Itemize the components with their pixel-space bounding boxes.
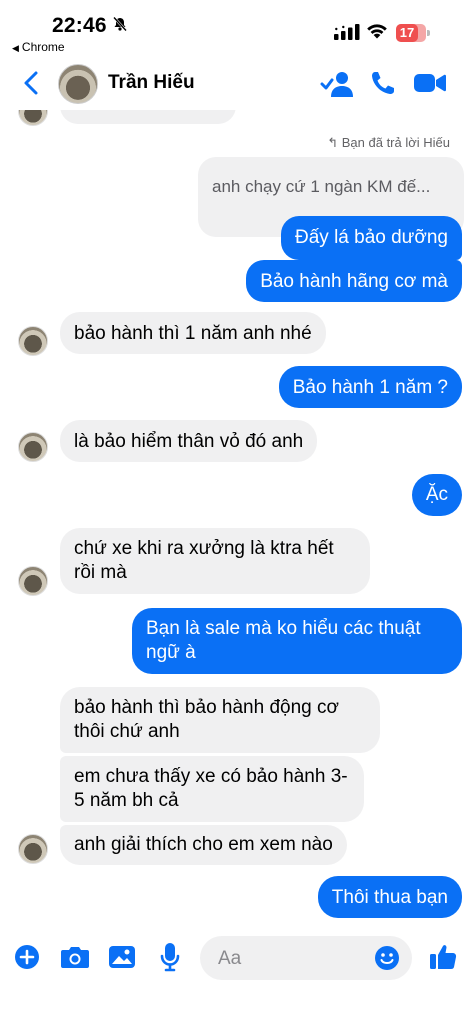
message-bubble-incoming[interactable]: là bảo hiểm thân vỏ đó anh [60,420,318,462]
message-bubble-incoming[interactable]: anh giải thích cho em xem nào [60,825,347,865]
like-icon[interactable] [428,942,458,977]
contact-avatar-small [18,326,48,356]
plus-icon[interactable] [14,944,40,975]
emoji-icon[interactable] [374,945,400,976]
reply-note-text: Bạn đã trả lời Hiếu [341,135,450,150]
mic-icon[interactable] [160,942,180,977]
back-to-app-link[interactable]: ◀ Chrome [12,40,65,54]
message-composer: Aa [0,930,472,990]
message-input-placeholder: Aa [218,948,242,969]
message-bubble-outgoing[interactable]: Ặc [411,474,462,516]
phone-icon[interactable] [370,70,396,101]
contact-avatar-small [18,566,48,596]
message-bubble-outgoing[interactable]: Thôi thua bạn [317,876,462,918]
bell-slash-icon [112,16,128,37]
contact-avatar-small [18,834,48,864]
message-bubble-outgoing[interactable]: Bạn là sale mà ko hiểu các thuật ngữ à [132,608,462,674]
message-bubble-incoming[interactable]: chứ xe khi ra xưởng là ktra hết rồi mà [60,528,370,594]
contact-avatar[interactable] [58,64,98,104]
message-bubble-outgoing[interactable]: Đấy lá bảo dưỡng [281,216,462,260]
chat-header: Trần Hiếu [0,58,472,110]
message-bubble-outgoing[interactable]: Bảo hành 1 năm ? [278,366,462,408]
signal-icon [334,24,360,45]
back-icon[interactable] [22,70,40,101]
contact-avatar-small [18,432,48,462]
video-call-icon[interactable] [414,72,446,99]
status-time: 22:46 [52,14,107,37]
camera-icon[interactable] [60,945,90,974]
add-person-icon[interactable] [320,70,354,103]
status-bar: 22:46 ◀ Chrome 17 [0,0,472,56]
message-input[interactable]: Aa [200,936,412,980]
message-bubble-incoming[interactable]: em chưa thấy xe có bảo hành 3-5 năm bh c… [60,756,364,822]
message-bubble-incoming[interactable]: bảo hành thì 1 năm anh nhé [60,312,326,354]
wifi-icon [366,22,388,45]
gallery-icon[interactable] [108,944,136,975]
replied-message-text: anh chạy cứ 1 ngàn KM đế... [212,177,431,196]
battery-level: 17 [396,24,418,42]
reply-arrow-icon: ↰ [327,135,342,150]
back-app-label: Chrome [21,40,65,54]
battery-indicator: 17 [396,24,430,42]
reply-note: ↰ Bạn đã trả lời Hiếu [327,135,450,151]
contact-name[interactable]: Trần Hiếu [108,72,195,94]
message-bubble-outgoing[interactable]: Bảo hành hãng cơ mà [246,260,462,302]
message-bubble-incoming[interactable]: bảo hành thì bảo hành động cơ thôi chứ a… [60,687,380,753]
